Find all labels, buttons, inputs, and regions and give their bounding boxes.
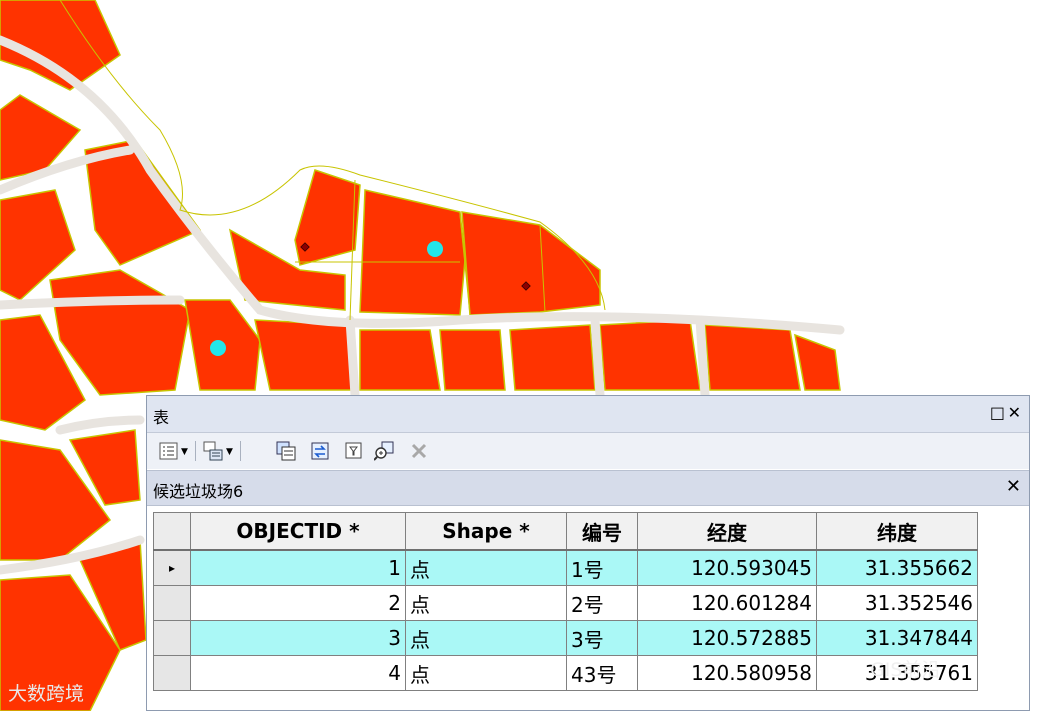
- close-icon[interactable]: ✕: [1008, 404, 1021, 422]
- row-selector[interactable]: [153, 620, 191, 656]
- row-selector[interactable]: [153, 585, 191, 621]
- tab-label[interactable]: 候选垃圾场6: [153, 478, 243, 502]
- cell-latitude[interactable]: 31.352546: [816, 585, 978, 621]
- current-row-marker-icon[interactable]: ▸: [153, 549, 191, 586]
- close-icon[interactable]: ✕: [1006, 476, 1021, 497]
- related-tables-icon[interactable]: [203, 441, 223, 461]
- cell-shape[interactable]: 点: [405, 655, 567, 691]
- table-tab[interactable]: 候选垃圾场6 ✕: [147, 470, 1029, 506]
- window-titlebar[interactable]: 表 □ ✕: [147, 396, 1029, 433]
- restore-icon[interactable]: □: [990, 404, 1005, 422]
- table-row[interactable]: ▸ 1 点 1号 120.593045 31.355662: [153, 549, 978, 586]
- row-selector[interactable]: [153, 655, 191, 691]
- cell-longitude[interactable]: 120.601284: [637, 585, 817, 621]
- select-by-attributes-icon[interactable]: [276, 441, 296, 461]
- column-header-latitude[interactable]: 纬度: [816, 512, 978, 551]
- cell-number[interactable]: 43号: [566, 655, 638, 691]
- window-title: 表: [153, 408, 170, 427]
- chevron-down-icon[interactable]: ▼: [226, 447, 233, 457]
- cell-objectid[interactable]: 1: [190, 549, 406, 586]
- table-toolbar: ▼ ▼: [147, 433, 1029, 469]
- site-point: [427, 241, 443, 257]
- clear-selection-icon[interactable]: [344, 441, 364, 461]
- watermark-left: 大数跨境: [8, 683, 85, 705]
- chevron-down-icon[interactable]: ▼: [181, 447, 188, 457]
- switch-selection-icon[interactable]: [310, 441, 330, 461]
- cell-objectid[interactable]: 4: [190, 655, 406, 691]
- site-point: [210, 340, 226, 356]
- table-options-icon[interactable]: [159, 441, 179, 461]
- cell-latitude[interactable]: 31.347844: [816, 620, 978, 656]
- row-selector-header[interactable]: [153, 512, 191, 551]
- column-header-shape[interactable]: Shape *: [405, 512, 567, 551]
- cell-number[interactable]: 3号: [566, 620, 638, 656]
- cell-shape[interactable]: 点: [405, 549, 567, 586]
- table-row[interactable]: 4 点 43号 120.580958 31.355761: [153, 655, 978, 691]
- column-header-number[interactable]: 编号: [566, 512, 638, 551]
- zoom-to-selected-icon[interactable]: [374, 441, 394, 461]
- toolbar-separator: [240, 441, 241, 461]
- cell-longitude[interactable]: 120.572885: [637, 620, 817, 656]
- table-header-row: OBJECTID * Shape * 编号 经度 纬度: [153, 512, 978, 551]
- table-row[interactable]: 2 点 2号 120.601284 31.352546: [153, 585, 978, 621]
- cell-number[interactable]: 2号: [566, 585, 638, 621]
- watermark-right: GIS前沿: [870, 659, 941, 681]
- toolbar-separator: [195, 441, 196, 461]
- column-header-objectid[interactable]: OBJECTID *: [190, 512, 406, 551]
- cell-longitude[interactable]: 120.580958: [637, 655, 817, 691]
- cell-objectid[interactable]: 3: [190, 620, 406, 656]
- delete-selected-icon[interactable]: [409, 441, 429, 461]
- table-row[interactable]: 3 点 3号 120.572885 31.347844: [153, 620, 978, 656]
- column-header-longitude[interactable]: 经度: [637, 512, 817, 551]
- cell-longitude[interactable]: 120.593045: [637, 549, 817, 586]
- cell-shape[interactable]: 点: [405, 620, 567, 656]
- cell-objectid[interactable]: 2: [190, 585, 406, 621]
- cell-number[interactable]: 1号: [566, 549, 638, 586]
- cell-shape[interactable]: 点: [405, 585, 567, 621]
- attribute-table: OBJECTID * Shape * 编号 经度 纬度 ▸ 1 点 1号 120…: [153, 512, 978, 691]
- cell-latitude[interactable]: 31.355662: [816, 549, 978, 586]
